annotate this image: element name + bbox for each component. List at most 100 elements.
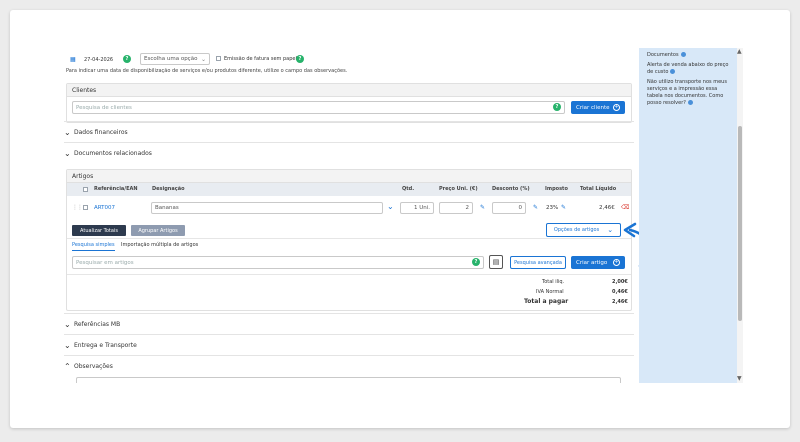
- article-options-label: Opções de artigos: [553, 227, 600, 233]
- designation-value: Bananas: [155, 205, 179, 211]
- chevron-down-icon: ⌄: [64, 127, 71, 137]
- divider: [67, 238, 631, 239]
- row-total: 2,46€: [599, 205, 615, 211]
- scroll-up-icon[interactable]: ▲: [737, 49, 742, 55]
- designation-input[interactable]: Bananas: [151, 202, 383, 214]
- chevron-down-icon[interactable]: ⌄: [387, 202, 394, 211]
- col-tax: Imposto: [545, 186, 568, 192]
- divider: [67, 274, 631, 275]
- create-client-button[interactable]: Criar cliente +: [571, 101, 625, 114]
- paperless-checkbox[interactable]: [216, 56, 221, 61]
- plus-circle-icon: +: [613, 259, 620, 266]
- select-all-checkbox[interactable]: [83, 187, 88, 192]
- section-delivery[interactable]: ⌄ Entrega e Transporte: [64, 334, 634, 356]
- chevron-down-icon: ⌄: [64, 340, 71, 350]
- tab-multiple-import[interactable]: Importação múltipla de artigos: [121, 242, 198, 248]
- help-icon[interactable]: ?: [553, 103, 561, 111]
- help-link-sales-alert[interactable]: Alerta de venda abaixo do preço de custo: [647, 62, 729, 76]
- qty-value: 1 Uni.: [413, 205, 430, 211]
- barcode-icon[interactable]: ▤: [489, 255, 503, 269]
- section-mb-refs[interactable]: ⌄ Referências MB: [64, 313, 634, 335]
- section-related-docs[interactable]: ⌄ Documentos relacionados: [64, 142, 634, 164]
- scrollbar-thumb[interactable]: [738, 126, 742, 321]
- group-articles-button[interactable]: Agrupar Artigos: [131, 225, 185, 236]
- drag-handle-icon[interactable]: ⋮⋮: [72, 204, 83, 211]
- section-notes-label: Observações: [74, 363, 113, 370]
- availability-note: Para indicar uma data de disponibilizaçã…: [66, 68, 348, 74]
- date-value[interactable]: 27-04-2026: [84, 57, 113, 63]
- col-designation: Designação: [152, 186, 185, 192]
- qty-input[interactable]: 1 Uni.: [400, 202, 434, 214]
- edit-icon[interactable]: ✎: [561, 204, 566, 211]
- option-select[interactable]: Escolha uma opção ⌄: [140, 53, 210, 65]
- scroll-down-icon[interactable]: ▼: [737, 376, 742, 382]
- row-tax: 23%: [546, 205, 559, 211]
- col-ref: Referência/EAN: [94, 186, 138, 192]
- col-total: Total Líquido: [580, 186, 617, 192]
- create-article-label: Criar artigo: [576, 259, 608, 266]
- help-link-documents[interactable]: Documentos: [647, 52, 729, 59]
- table-row: ⋮⋮ ART007 Bananas ⌄ 1 Uni. 2 ✎ 0 ✎ 23% ✎…: [67, 199, 631, 217]
- price-value: 2: [465, 205, 470, 211]
- help-icon[interactable]: ?: [472, 258, 480, 266]
- total-liq-value: 2,00€: [612, 279, 628, 285]
- article-search-placeholder: Pesquisar em artigos: [76, 259, 134, 266]
- help-link-transport-label: Não utilizo transporte nos meus serviços…: [647, 79, 727, 106]
- section-related-docs-label: Documentos relacionados: [74, 150, 152, 157]
- discount-value: 0: [518, 205, 523, 211]
- chevron-down-icon: ⌄: [64, 319, 71, 329]
- chevron-down-icon: ⌄: [64, 148, 71, 158]
- invoice-form: ▦ 27-04-2026 ? Escolha uma opção ⌄ Emiss…: [64, 48, 634, 383]
- help-link-sales-alert-label: Alerta de venda abaixo do preço de custo: [647, 62, 729, 75]
- total-pay-label: Total a pagar: [524, 298, 569, 305]
- paperless-label: Emissão de fatura sem papel: [224, 56, 297, 62]
- help-sidebar: Documentos Alerta de venda abaixo do pre…: [639, 48, 737, 383]
- help-icon[interactable]: ?: [123, 55, 131, 63]
- advanced-search-button[interactable]: Pesquisa avançada: [510, 256, 566, 269]
- chevron-up-icon: ⌃: [64, 361, 71, 371]
- clients-title: Clientes: [67, 84, 631, 97]
- calendar-icon[interactable]: ▦: [70, 56, 76, 63]
- chevron-down-icon: ⌄: [200, 55, 206, 63]
- help-icon[interactable]: ?: [296, 55, 304, 63]
- col-unit-price: Preço Uni. (€): [439, 186, 478, 192]
- create-article-button[interactable]: Criar artigo +: [571, 256, 625, 269]
- help-link-transport[interactable]: Não utilizo transporte nos meus serviços…: [647, 79, 729, 107]
- update-totals-button[interactable]: Atualizar Totais: [72, 225, 126, 236]
- edit-icon[interactable]: ✎: [480, 204, 485, 211]
- option-select-value: Escolha uma opção: [144, 56, 198, 62]
- row-checkbox[interactable]: [83, 205, 88, 210]
- scrollbar[interactable]: ▲ ▼: [737, 48, 743, 383]
- info-icon: [687, 100, 693, 105]
- vat-label: IVA Normal: [536, 289, 564, 295]
- info-icon: [680, 52, 686, 57]
- section-financial[interactable]: ⌄ Dados financeiros: [64, 121, 634, 143]
- article-options-button[interactable]: Opções de artigos ⌄: [546, 223, 621, 237]
- edit-icon[interactable]: ✎: [533, 204, 538, 211]
- articles-table-header: Referência/EAN Designação Qtd. Preço Uni…: [67, 183, 631, 196]
- client-search-placeholder: Pesquisa de clientes: [76, 104, 132, 111]
- vat-value: 0,46€: [612, 289, 628, 295]
- col-discount: Desconto (%): [492, 186, 530, 192]
- articles-title: Artigos: [67, 170, 631, 183]
- total-pay-value: 2,46€: [612, 299, 628, 305]
- total-liq-label: Total iliq.: [542, 279, 565, 285]
- section-notes[interactable]: ⌃ Observações: [64, 355, 634, 377]
- discount-input[interactable]: 0: [492, 202, 526, 214]
- col-qty: Qtd.: [402, 186, 415, 192]
- section-financial-label: Dados financeiros: [74, 129, 128, 136]
- info-icon: [670, 69, 676, 74]
- help-link-documents-label: Documentos: [647, 52, 679, 58]
- trash-icon[interactable]: ⌫: [621, 204, 629, 211]
- section-delivery-label: Entrega e Transporte: [74, 342, 137, 349]
- article-search-input[interactable]: Pesquisar em artigos: [72, 256, 484, 269]
- chevron-down-icon: ⌄: [607, 226, 614, 234]
- row-ref[interactable]: ART007: [94, 205, 115, 211]
- client-search-input[interactable]: Pesquisa de clientes: [72, 101, 565, 114]
- plus-circle-icon: +: [613, 104, 620, 111]
- create-client-label: Criar cliente: [576, 104, 610, 111]
- price-input[interactable]: 2: [439, 202, 473, 214]
- notes-textarea[interactable]: [76, 377, 621, 383]
- tab-simple-search[interactable]: Pesquisa simples: [72, 242, 115, 251]
- section-mb-refs-label: Referências MB: [74, 321, 121, 328]
